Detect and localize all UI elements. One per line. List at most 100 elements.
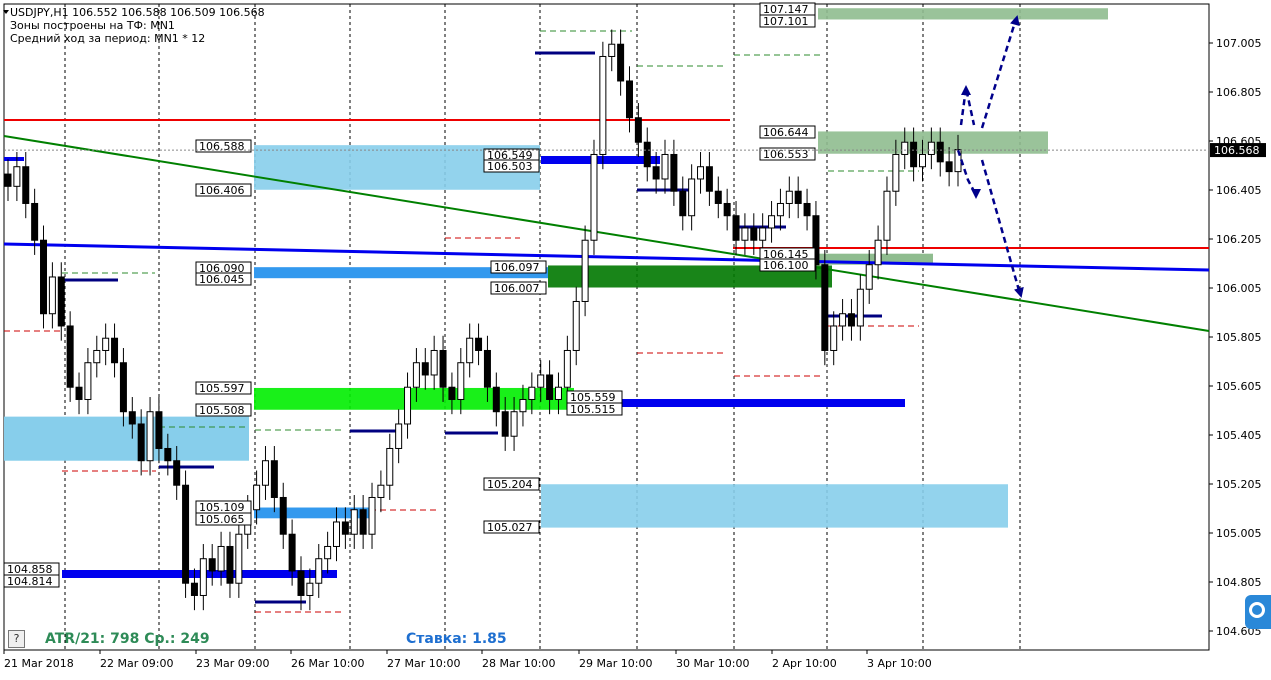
price-label: 105.065: [199, 513, 245, 526]
candle-body: [643, 141, 651, 168]
candle-body: [57, 276, 65, 327]
y-tick-label: 105.405: [1216, 429, 1262, 442]
x-tick-label: 2 Apr 10:00: [772, 657, 837, 670]
x-tick-label: 27 Mar 10:00: [387, 657, 460, 670]
candle-body: [546, 374, 554, 400]
candle-body: [528, 386, 536, 400]
candle-body: [750, 227, 758, 241]
candle-body: [847, 313, 855, 327]
candle-body: [270, 460, 278, 498]
candle-body: [918, 153, 926, 168]
y-tick-label: 106.405: [1216, 184, 1262, 197]
candle-body: [430, 349, 438, 376]
price-label: 106.406: [199, 184, 245, 197]
candle-body: [288, 533, 296, 572]
candle-body: [297, 570, 305, 596]
candle-body: [279, 496, 287, 535]
candle-body: [102, 337, 110, 351]
candle-body: [883, 190, 891, 241]
candle-body: [554, 386, 562, 400]
x-tick-label: 30 Mar 10:00: [676, 657, 749, 670]
candle-body: [936, 141, 944, 163]
candle-body: [386, 447, 394, 486]
candle-body: [66, 325, 74, 388]
y-tick-label: 106.205: [1216, 233, 1262, 246]
y-tick-label: 106.005: [1216, 282, 1262, 295]
candle-body: [404, 386, 412, 425]
price-label: 105.204: [487, 478, 533, 491]
candle-body: [679, 190, 687, 217]
candle-body: [625, 80, 633, 119]
candle-body: [182, 484, 190, 584]
candle-body: [839, 313, 847, 327]
candle-body: [173, 460, 181, 486]
candle-body: [776, 202, 784, 217]
candle-body: [13, 166, 21, 187]
zone-supply-green: [818, 8, 1108, 20]
candle-body: [723, 202, 731, 217]
x-tick-label: 22 Mar 09:00: [100, 657, 173, 670]
price-label: 106.503: [487, 160, 533, 173]
candle-body: [803, 202, 811, 217]
candle-body: [137, 423, 145, 462]
candle-body: [439, 349, 447, 388]
candle-body: [341, 521, 349, 535]
rate-stat: Ставка: 1.85: [406, 631, 507, 647]
candle-body: [324, 545, 332, 560]
candle-body: [93, 349, 101, 364]
candle-body: [705, 166, 713, 192]
circle-icon: [1249, 602, 1265, 618]
candle-body: [31, 202, 39, 241]
candle-body: [111, 337, 119, 364]
price-label: 106.100: [763, 259, 809, 272]
candle-body: [208, 558, 216, 572]
candle-body: [217, 545, 225, 572]
chevron-down-icon[interactable]: [3, 10, 9, 14]
candle-body: [945, 161, 953, 173]
average-range-note: Средний ход за период: MN1 * 12: [10, 32, 206, 45]
y-tick-label: 105.205: [1216, 478, 1262, 491]
candle-body: [483, 349, 491, 388]
y-tick-label: 105.605: [1216, 380, 1262, 393]
candle-body: [75, 386, 83, 400]
x-tick-label: 3 Apr 10:00: [867, 657, 932, 670]
help-button[interactable]: ?: [8, 630, 25, 648]
candle-body: [670, 153, 678, 192]
candle-body: [768, 215, 776, 229]
candle-body: [510, 411, 518, 437]
price-label: 105.027: [487, 521, 533, 534]
price-label: 106.045: [199, 273, 245, 286]
candle-body: [927, 141, 935, 155]
candle-body: [492, 386, 500, 413]
candle-body: [412, 362, 420, 388]
candle-body: [563, 349, 571, 388]
side-panel-toggle[interactable]: [1245, 595, 1271, 629]
candle-body: [572, 300, 580, 351]
candle-body: [892, 153, 900, 192]
candle-body: [466, 337, 474, 364]
price-label: 106.097: [494, 261, 540, 274]
candle-body: [306, 582, 314, 596]
candle-body: [253, 484, 261, 511]
candle-body: [448, 386, 456, 400]
candle-body: [359, 509, 367, 535]
chart-svg[interactable]: 107.147107.101106.644106.553106.588106.4…: [0, 0, 1271, 676]
candle-body: [830, 325, 838, 351]
price-label: 105.508: [199, 404, 245, 417]
candle-body: [856, 288, 864, 327]
price-label: 107.101: [763, 15, 809, 28]
candle-body: [4, 173, 12, 187]
candle-body: [821, 264, 829, 351]
candle-body: [581, 239, 589, 302]
candle-body: [759, 227, 767, 241]
candle-body: [333, 521, 341, 547]
price-label: 106.644: [763, 126, 809, 139]
y-tick-label: 104.805: [1216, 576, 1262, 589]
zone-demand-lightblue: [541, 484, 1008, 528]
candle-body: [199, 558, 207, 596]
candle-body: [128, 411, 136, 425]
price-label: 104.814: [7, 575, 53, 588]
candle-body: [652, 166, 660, 180]
price-chart[interactable]: 107.147 107.101 106.644 106.553 106.588 106.4…: [0, 0, 1271, 676]
price-label: 106.588: [199, 140, 245, 153]
